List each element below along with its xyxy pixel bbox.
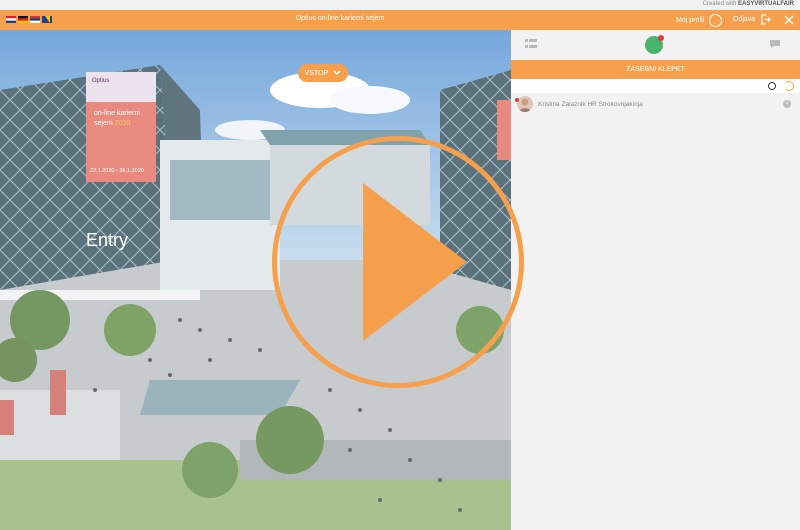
chat-panel: ZASEBNI KLEPET Kristina Zalaznik HR Stro…	[511, 30, 800, 530]
vstop-label: VSTOP	[304, 69, 329, 77]
user-icon	[709, 14, 723, 27]
app-title: Optius on-line karierni sejem	[295, 15, 385, 22]
profile-label: Moj profil	[676, 17, 705, 24]
notification-dot	[658, 35, 664, 41]
entry-sign: Entry	[86, 230, 129, 250]
top-strip: Created with EASYVIRTUALFAIR	[0, 0, 800, 10]
close-icon[interactable]	[784, 15, 794, 25]
created-with-credit: Created with EASYVIRTUALFAIR	[702, 1, 794, 7]
banner-dates: 22.1.2020 - 26.1.2020	[90, 168, 144, 174]
private-chat-tab-avatar[interactable]	[645, 35, 664, 54]
vstop-button[interactable]: VSTOP	[298, 64, 348, 82]
banner-brand: Optius	[92, 78, 110, 84]
chevron-down-icon	[333, 70, 341, 75]
logout-icon	[761, 14, 772, 25]
search-icon[interactable]	[768, 82, 776, 90]
chat-search-input[interactable]	[515, 80, 779, 94]
private-chat-section: ZASEBNI KLEPET	[511, 60, 800, 79]
chat-bubble-icon[interactable]	[769, 39, 781, 49]
banner-line2: sejem 2020	[94, 120, 131, 127]
logout-link[interactable]: Odjava	[733, 14, 772, 25]
logout-label: Odjava	[733, 16, 756, 23]
play-icon	[363, 183, 467, 341]
app-header: Optius on-line karierni sejem Moj profil…	[0, 10, 800, 30]
list-icon[interactable]	[525, 39, 537, 49]
online-dot	[515, 98, 519, 102]
chat-contact-name: Kristina Zalaznik HR Strokovnjakinja	[538, 101, 643, 108]
fair-banner: Optius on-line karierni sejem 2020 22.1.…	[86, 72, 156, 182]
chat-list-item[interactable]: Kristina Zalaznik HR Strokovnjakinja ×	[511, 96, 800, 114]
profile-link[interactable]: Moj profil	[676, 14, 723, 27]
banner-line1: on-line karierni	[94, 110, 140, 117]
video-play-overlay[interactable]	[272, 136, 524, 388]
close-icon[interactable]: ×	[783, 100, 791, 108]
avatar	[517, 96, 533, 112]
chat-search-bar	[511, 79, 800, 94]
refresh-icon[interactable]	[784, 81, 794, 91]
panel-tabs	[511, 30, 800, 60]
